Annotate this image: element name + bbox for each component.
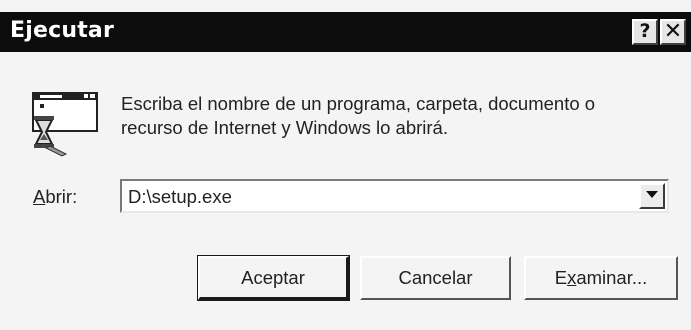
dropdown-button[interactable] (639, 183, 665, 209)
chevron-down-icon (646, 191, 658, 198)
window-title: Ejecutar (10, 18, 115, 43)
help-icon: ? (639, 20, 651, 42)
description-line-1: Escriba el nombre de un programa, carpet… (121, 93, 596, 114)
close-button[interactable]: ✕ (660, 19, 686, 45)
browse-label-pre: E (554, 267, 568, 288)
open-label-text: brir: (45, 186, 78, 207)
open-label-accelerator: A (33, 186, 46, 207)
open-input[interactable]: D:\setup.exe (128, 186, 232, 208)
open-label: Abrir: (33, 186, 77, 208)
browse-label-accelerator: x (567, 267, 577, 288)
browse-label-post: aminar... (576, 267, 648, 288)
close-icon: ✕ (663, 19, 683, 44)
help-button[interactable]: ? (632, 19, 658, 45)
description-line-2: recurso de Internet y Windows lo abrirá. (121, 117, 448, 138)
run-icon (32, 92, 98, 157)
title-bar[interactable]: Ejecutar ? ✕ (0, 12, 691, 52)
dialog-description: Escriba el nombre de un programa, carpet… (121, 92, 681, 140)
cancel-button[interactable]: Cancelar (360, 256, 511, 300)
browse-button[interactable]: Examinar... (524, 256, 678, 300)
ok-button[interactable]: Aceptar (197, 255, 350, 301)
open-combobox[interactable]: D:\setup.exe (120, 179, 669, 213)
